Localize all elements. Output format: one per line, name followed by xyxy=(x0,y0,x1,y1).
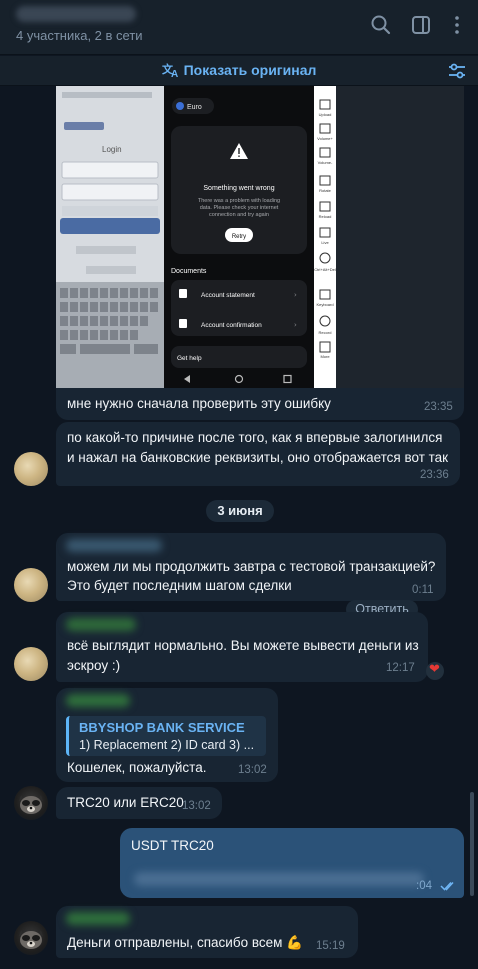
message-bubble[interactable]: Деньги отправлены, спасибо всем 💪 15:19 xyxy=(56,906,358,958)
tool-record: Record xyxy=(319,330,332,335)
message-text: USDT TRC20 xyxy=(131,838,214,853)
get-help-text: Get help xyxy=(177,355,202,362)
message-text-line-2: эскроу :) xyxy=(67,658,121,673)
message-text: мне нужно сначала проверить эту ошибку xyxy=(67,396,331,411)
svg-text:›: › xyxy=(294,321,297,329)
message-text-line-2: Это будет последним шагом сделки xyxy=(67,578,292,593)
tool-volume-down: Volume- xyxy=(318,160,333,165)
svg-text:›: › xyxy=(294,291,297,299)
error-body-2: data. Please check your internet xyxy=(200,205,279,211)
tool-ctrl-alt-del: Ctrl+Alt+Del xyxy=(314,267,336,272)
avatar[interactable] xyxy=(14,452,48,486)
doc-item-1: Account statement xyxy=(201,292,255,299)
tool-rotate: Rotate xyxy=(319,188,332,193)
message-time: 23:36 xyxy=(420,469,449,481)
message-bubble[interactable]: всё выглядит нормально. Вы можете вывест… xyxy=(56,612,428,682)
search-icon[interactable] xyxy=(370,14,392,36)
message-text-line-2: и нажал на банковские реквизиты, оно ото… xyxy=(67,450,449,465)
wallet-address-blurred[interactable] xyxy=(134,872,424,886)
avatar[interactable] xyxy=(14,647,48,681)
message-bubble[interactable]: TRC20 или ERC20 13:02 xyxy=(56,787,222,819)
message-text: Деньги отправлены, спасибо всем 💪 xyxy=(67,935,303,950)
message-time: 23:35 xyxy=(424,401,453,413)
message-bubble[interactable]: по какой-то причине после того, как я вп… xyxy=(56,422,460,486)
avatar[interactable] xyxy=(14,921,48,955)
message-time: 0:11 xyxy=(412,584,434,596)
sidebar-toggle-icon[interactable] xyxy=(410,14,432,36)
avatar[interactable] xyxy=(14,568,48,602)
message-time: :04 xyxy=(416,880,432,892)
message-time: 13:02 xyxy=(182,800,211,812)
translate-bar: 文 A Показать оригинал xyxy=(0,56,478,86)
scrollbar[interactable] xyxy=(470,792,474,896)
tool-more: More xyxy=(320,354,330,359)
documents-title: Documents xyxy=(171,268,207,275)
doc-item-2: Account confirmation xyxy=(201,322,262,329)
retry-text: Retry xyxy=(232,234,246,240)
reply-quote-text: 1) Replacement 2) ID card 3) ... xyxy=(79,738,255,752)
error-title: Something went wrong xyxy=(203,185,274,192)
more-vertical-icon[interactable] xyxy=(446,14,468,36)
message-time: 13:02 xyxy=(238,764,267,776)
avatar[interactable] xyxy=(14,786,48,820)
chat-title-blurred[interactable] xyxy=(16,6,136,22)
message-text-line-1: всё выглядит нормально. Вы можете вывест… xyxy=(67,638,419,653)
left-login-text: Login xyxy=(102,145,122,154)
tool-volume-up: Volume+ xyxy=(317,136,333,141)
tool-keyboard: Keyboard xyxy=(316,302,333,307)
reply-quote[interactable]: BBYSHOP BANK SERVICE 1) Replacement 2) I… xyxy=(66,716,266,756)
show-original-button[interactable]: 文 A Показать оригинал xyxy=(0,62,478,80)
attached-screenshot[interactable]: Login Euro Something went wrong There wa… xyxy=(56,86,464,388)
sender-name-blurred[interactable] xyxy=(66,912,130,925)
sender-name-blurred[interactable] xyxy=(66,539,162,552)
reaction-heart[interactable]: ❤ xyxy=(426,662,444,680)
date-separator: 3 июня xyxy=(206,500,274,522)
message-bubble[interactable]: можем ли мы продолжить завтра с тестовой… xyxy=(56,533,446,601)
message-text: Кошелек, пожалуйста. xyxy=(67,760,207,775)
settings-sliders-icon[interactable] xyxy=(446,61,468,81)
tool-upload: Upload xyxy=(319,112,332,117)
reply-quote-title: BBYSHOP BANK SERVICE xyxy=(79,720,245,735)
message-time: 12:17 xyxy=(386,662,415,674)
message-time: 15:19 xyxy=(316,940,345,952)
sender-name-blurred[interactable] xyxy=(66,618,136,631)
error-body-1: There was a problem with loading xyxy=(198,198,280,204)
svg-text:A: A xyxy=(171,69,178,78)
translate-icon: 文 A xyxy=(162,62,178,80)
chat-header: 4 участника, 2 в сети xyxy=(0,0,478,55)
outgoing-message-bubble[interactable]: USDT TRC20 :04 xyxy=(120,828,464,898)
tool-live: Live xyxy=(321,240,329,245)
show-original-label: Показать оригинал xyxy=(183,62,317,78)
message-text-line-1: можем ли мы продолжить завтра с тестовой… xyxy=(67,559,436,574)
raccoon-avatar-icon xyxy=(19,930,43,949)
sender-name-blurred[interactable] xyxy=(66,694,130,707)
message-text-line-1: по какой-то причине после того, как я вп… xyxy=(67,430,443,445)
currency-text: Euro xyxy=(187,104,202,111)
chat-status: 4 участника, 2 в сети xyxy=(16,28,143,43)
error-body-3: connection and try again xyxy=(209,212,269,218)
double-check-icon xyxy=(440,881,454,891)
raccoon-avatar-icon xyxy=(19,795,43,814)
tool-reload: Reload xyxy=(319,214,332,219)
heart-icon: ❤ xyxy=(429,662,440,677)
message-text: TRC20 или ERC20 xyxy=(67,795,184,810)
